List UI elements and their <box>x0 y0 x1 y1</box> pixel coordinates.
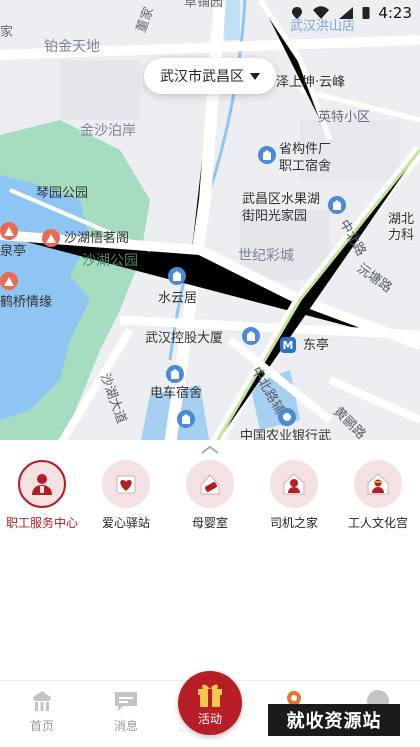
poi-scenic-icon[interactable] <box>0 272 18 290</box>
gift-icon <box>198 683 222 707</box>
map-label: 泉亭 <box>0 244 27 259</box>
poi-building-icon[interactable] <box>177 410 195 428</box>
category-label: 司机之家 <box>269 516 318 530</box>
category-driver-home[interactable]: 司机之家 <box>252 460 336 531</box>
map-label: 世纪彩城 <box>238 248 294 264</box>
battery-icon <box>362 7 370 19</box>
map-label: 家 <box>0 25 14 40</box>
map-label: 草铺园 <box>184 0 224 10</box>
category-worker-service[interactable]: 职工服务中心 <box>0 460 84 531</box>
nav-messages[interactable]: 消息 <box>84 681 168 747</box>
nav-home-label: 首页 <box>29 719 54 733</box>
category-label: 母婴室 <box>191 516 228 530</box>
status-time: 4:23 <box>378 4 412 22</box>
nav-messages-label: 消息 <box>113 719 138 733</box>
map-label: 武昌区水果湖 街阳光家园 <box>242 192 321 224</box>
worker-service-icon <box>18 460 66 508</box>
poi-building-icon[interactable] <box>242 327 260 345</box>
poi-building-icon[interactable] <box>166 365 184 383</box>
heart-station-icon <box>102 460 150 508</box>
map-label: 英特小区 <box>318 110 371 125</box>
driver-home-icon <box>270 460 318 508</box>
category-mother-baby[interactable]: 母婴室 <box>168 460 252 531</box>
map-label: 金沙泊岸 <box>80 123 136 139</box>
poi-bank-icon[interactable] <box>278 408 296 426</box>
map-label: 湖北 力科 <box>388 212 415 243</box>
map-label: 琴园公园 <box>36 186 89 201</box>
home-icon <box>32 691 52 711</box>
map-label: 电车宿舍 <box>150 386 203 401</box>
poi-building-icon[interactable] <box>328 196 346 214</box>
map-label: 东亭 <box>303 338 330 353</box>
nav-home[interactable]: 首页 <box>0 681 84 747</box>
map-label: 省构件厂 职工宿舍 <box>279 142 332 174</box>
category-heart-station[interactable]: 爱心驿站 <box>84 460 168 531</box>
caret-down-icon <box>250 72 260 80</box>
map-label: 武汉控股大厦 <box>145 331 224 346</box>
map-label: 沙湖公园 <box>82 253 138 269</box>
nav-activity-label: 活动 <box>197 711 222 726</box>
poi-building-icon[interactable] <box>258 146 276 164</box>
metro-icon[interactable]: M <box>280 337 296 353</box>
category-panel: 职工服务中心 爱心驿站 母婴室 司机之家 工人文化宫 <box>0 440 420 680</box>
map-label: 水云居 <box>158 291 198 306</box>
nav-activity[interactable]: 活动 <box>178 671 242 735</box>
city-selector[interactable]: 武汉市武昌区 <box>144 58 276 94</box>
poi-scenic-icon[interactable] <box>0 222 18 240</box>
category-label: 爱心驿站 <box>101 516 150 530</box>
city-selector-label: 武汉市武昌区 <box>160 69 244 85</box>
mother-baby-icon <box>186 460 234 508</box>
category-list: 职工服务中心 爱心驿站 母婴室 司机之家 工人文化宫 <box>0 460 420 531</box>
map-label: 铂金天地 <box>44 39 100 55</box>
culture-palace-icon <box>354 460 402 508</box>
map-label: 鹤桥情缘 <box>0 295 53 310</box>
category-culture-palace[interactable]: 工人文化宫 <box>336 460 420 531</box>
poi-building-icon[interactable] <box>168 267 186 285</box>
poi-scenic-icon[interactable] <box>42 229 60 247</box>
signal-icon <box>339 7 354 19</box>
map-view[interactable]: 铂金天地 金沙泊岸 董家 英特小区 泽上坤·云峰 省构件厂 职工宿舍 武昌区水果… <box>0 0 420 445</box>
location-icon <box>292 7 303 19</box>
category-label: 职工服务中心 <box>5 516 78 530</box>
map-label: 沙湖悟茗阁 <box>64 231 130 246</box>
status-bar: 4:23 <box>290 0 420 26</box>
wifi-icon <box>313 6 330 19</box>
map-label: 泽上坤·云峰 <box>276 75 346 90</box>
category-label: 工人文化宫 <box>347 516 408 530</box>
watermark: 就收资源站 <box>268 704 400 736</box>
chevron-up-icon[interactable] <box>200 445 220 455</box>
message-icon <box>115 692 137 711</box>
app-screen: 铂金天地 金沙泊岸 董家 英特小区 泽上坤·云峰 省构件厂 职工宿舍 武昌区水果… <box>0 0 420 747</box>
